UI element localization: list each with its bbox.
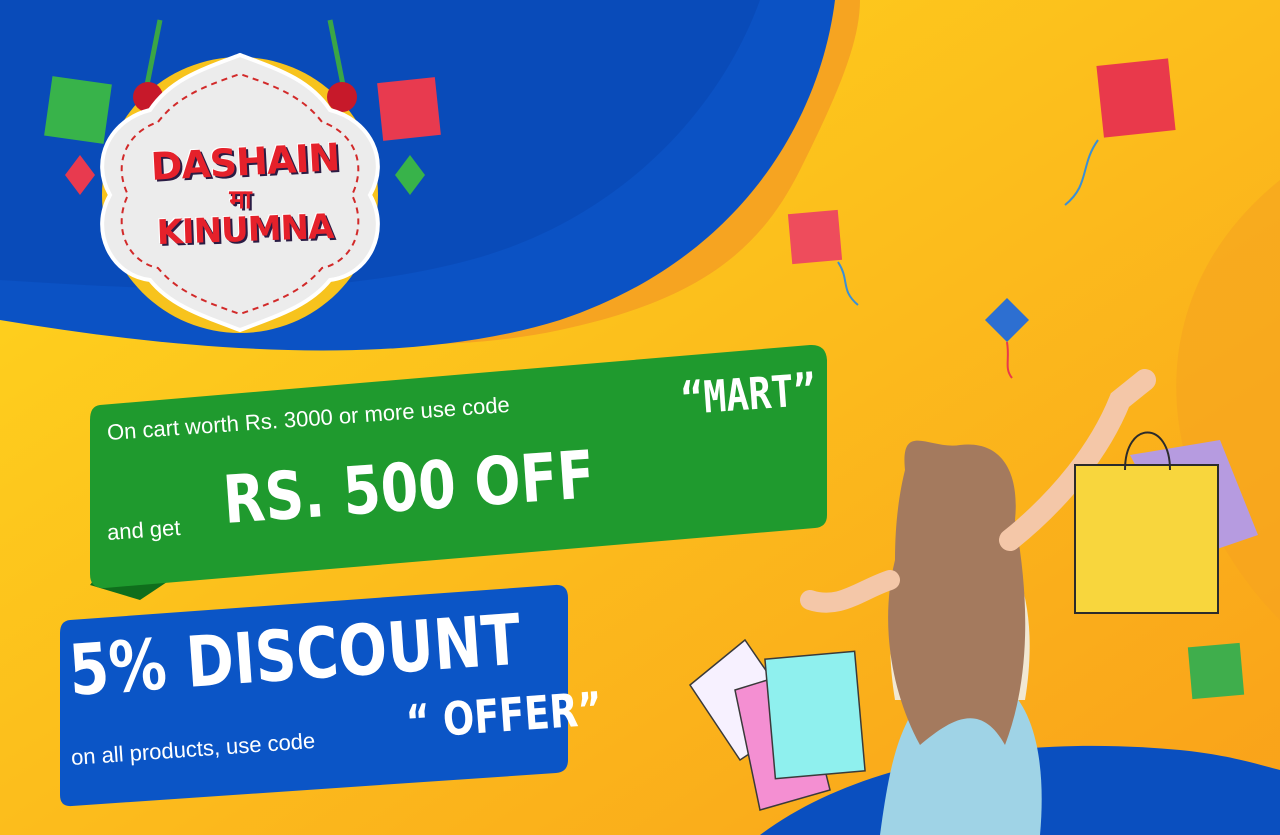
cyan-bag-icon (764, 650, 866, 780)
kite-large-red-icon (1096, 58, 1176, 138)
yellow-bag-icon (1074, 464, 1219, 614)
kite-green-icon (44, 76, 112, 144)
hair-icon (888, 440, 1026, 745)
kite-medium-red-icon (787, 209, 843, 265)
kite-green-bottom-icon (1187, 642, 1245, 700)
green-offer-and-get: and get (106, 514, 182, 546)
offer-banner: DASHAIN मा KINUMNA On cart worth Rs. 300… (0, 0, 1280, 835)
green-offer-code: “MART” (679, 364, 818, 425)
kite-red-icon (377, 77, 441, 141)
badge-title-line3: KINUMNA (156, 206, 334, 254)
